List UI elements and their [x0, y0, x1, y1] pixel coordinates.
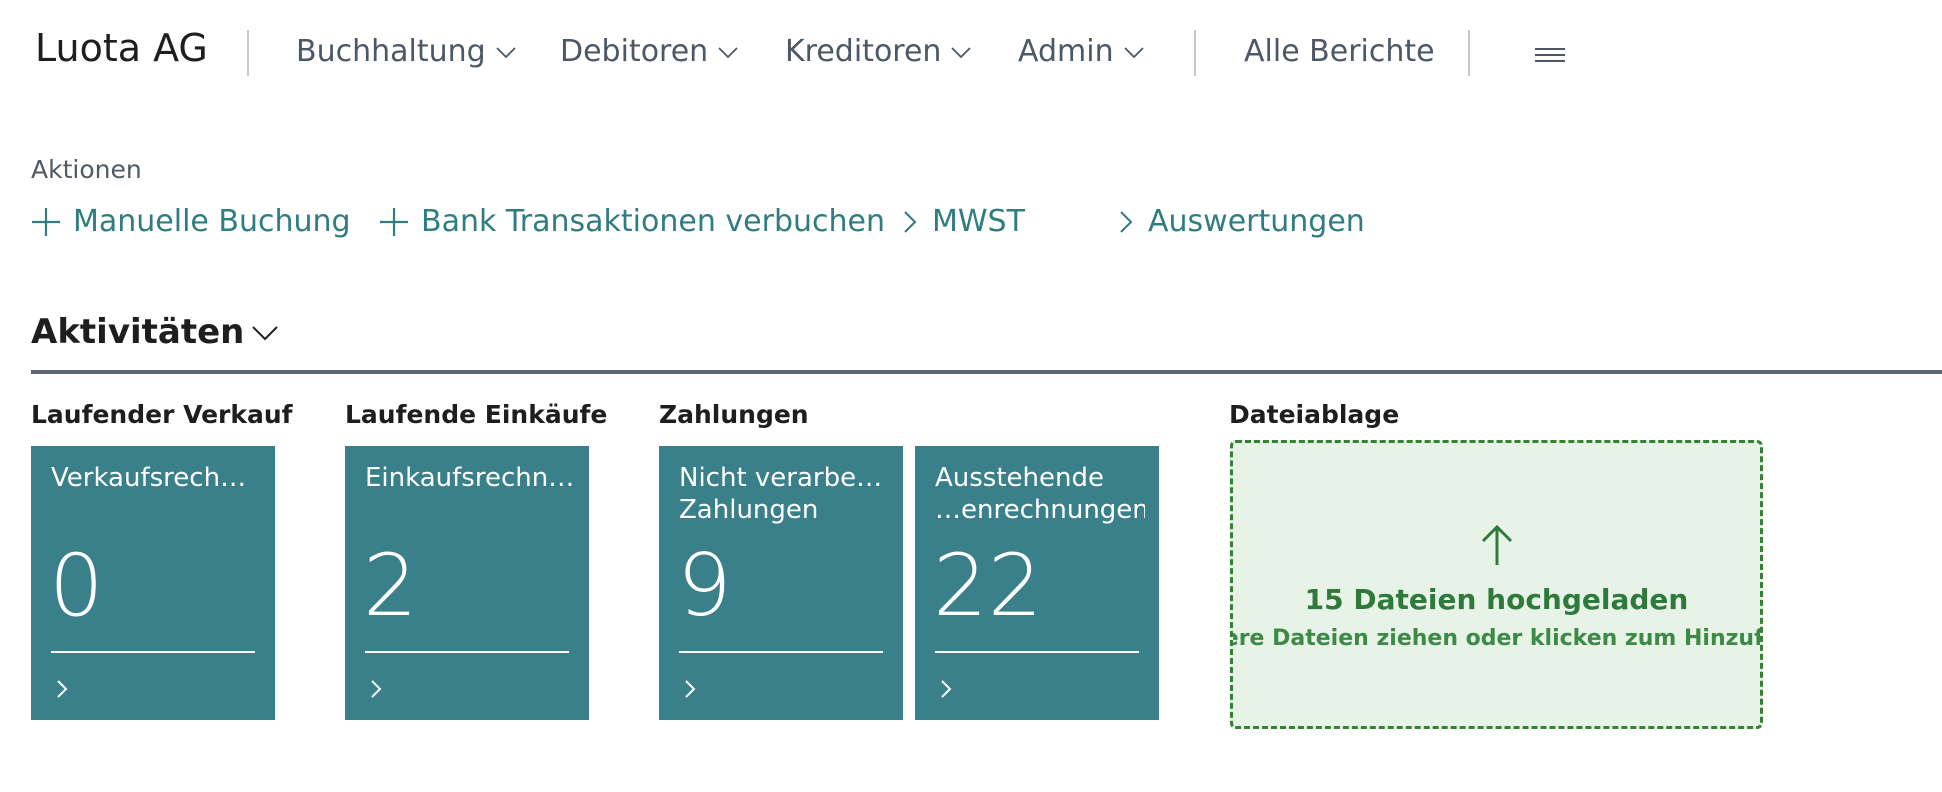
tile-value: 2 — [363, 536, 418, 636]
tile-sales-invoices[interactable]: Verkaufsrechnungen 0 — [31, 446, 275, 720]
plus-icon — [380, 207, 408, 236]
menu-buchhaltung[interactable]: Buchhaltung — [296, 34, 518, 69]
dropzone-title: 15 Dateien hochgeladen — [1304, 583, 1689, 616]
activities-heading[interactable]: Aktivitäten — [31, 312, 280, 352]
menu-debitoren[interactable]: Debitoren — [560, 34, 740, 69]
chevron-down-icon — [496, 46, 516, 58]
all-reports-link[interactable]: Alle Berichte — [1244, 34, 1435, 69]
tile-unprocessed-payments[interactable]: Nicht verarbeitete Zahlungen 9 — [659, 446, 903, 720]
group-title-sales: Laufender Verkauf — [31, 400, 293, 429]
chevron-right-icon — [1120, 210, 1133, 233]
tile-divider — [365, 651, 569, 653]
activities-divider — [31, 370, 1942, 374]
tile-divider — [679, 651, 883, 653]
chevron-right-icon — [57, 680, 68, 698]
action-reports-label: Auswertungen — [1148, 204, 1365, 239]
chevron-down-icon — [1123, 46, 1144, 58]
nav-divider — [1194, 30, 1196, 76]
tile-label: Nicht verarbeitete — [679, 463, 889, 493]
tile-label: Verkaufsrechnungen — [51, 463, 261, 493]
file-dropzone[interactable]: 15 Dateien hochgeladen Weitere Dateien z… — [1230, 440, 1763, 729]
action-reports[interactable]: Auswertungen — [1116, 204, 1365, 239]
action-mwst-label: MWST — [932, 204, 1025, 239]
menu-admin[interactable]: Admin — [1018, 34, 1146, 69]
chevron-right-icon — [685, 680, 696, 698]
tile-value: 22 — [933, 536, 1043, 636]
tile-divider — [935, 651, 1139, 653]
plus-icon — [32, 207, 60, 236]
tile-divider — [51, 651, 255, 653]
nav-divider — [1468, 30, 1470, 76]
menu-buchhaltung-label: Buchhaltung — [296, 34, 486, 69]
chevron-down-icon — [252, 326, 279, 341]
chevron-down-icon — [718, 46, 738, 58]
activities-heading-label: Aktivitäten — [31, 312, 245, 352]
tile-purchase-invoices[interactable]: Einkaufsrechnungen 2 — [345, 446, 589, 720]
tile-label: Ausstehende — [935, 463, 1104, 493]
tile-value: 0 — [49, 536, 104, 636]
menu-kreditoren[interactable]: Kreditoren — [785, 34, 973, 69]
hamburger-menu-icon[interactable] — [1533, 40, 1567, 74]
action-manual-posting[interactable]: Manuelle Buchung — [31, 204, 351, 239]
action-bank-transactions-label: Bank Transaktionen verbuchen — [421, 204, 885, 239]
tile-label-line2: Zahlungen — [679, 495, 819, 525]
chevron-right-icon — [941, 680, 952, 698]
chevron-right-icon — [371, 680, 382, 698]
dropzone-subtitle: Weitere Dateien ziehen oder klicken zum … — [1233, 626, 1763, 651]
nav-divider — [247, 30, 249, 76]
tile-label: Einkaufsrechnungen — [365, 463, 575, 493]
action-mwst[interactable]: MWST — [900, 204, 1025, 239]
menu-admin-label: Admin — [1018, 34, 1114, 69]
actions-section-label: Aktionen — [31, 155, 142, 184]
action-manual-posting-label: Manuelle Buchung — [73, 204, 351, 239]
upload-arrow-icon — [1481, 524, 1513, 565]
chevron-down-icon — [951, 46, 972, 58]
group-title-file-storage: Dateiablage — [1229, 400, 1400, 429]
company-name[interactable]: Luota AG — [35, 26, 208, 70]
tile-outstanding-invoices[interactable]: Ausstehende …enrechnungen 22 — [915, 446, 1159, 720]
group-title-payments: Zahlungen — [659, 400, 809, 429]
tile-value: 9 — [677, 536, 732, 636]
chevron-right-icon — [904, 210, 917, 233]
action-bank-transactions[interactable]: Bank Transaktionen verbuchen — [379, 204, 885, 239]
menu-debitoren-label: Debitoren — [560, 34, 709, 69]
tile-label-line2: …enrechnungen — [935, 495, 1145, 525]
group-title-purchases: Laufende Einkäufe — [345, 400, 608, 429]
menu-kreditoren-label: Kreditoren — [785, 34, 942, 69]
